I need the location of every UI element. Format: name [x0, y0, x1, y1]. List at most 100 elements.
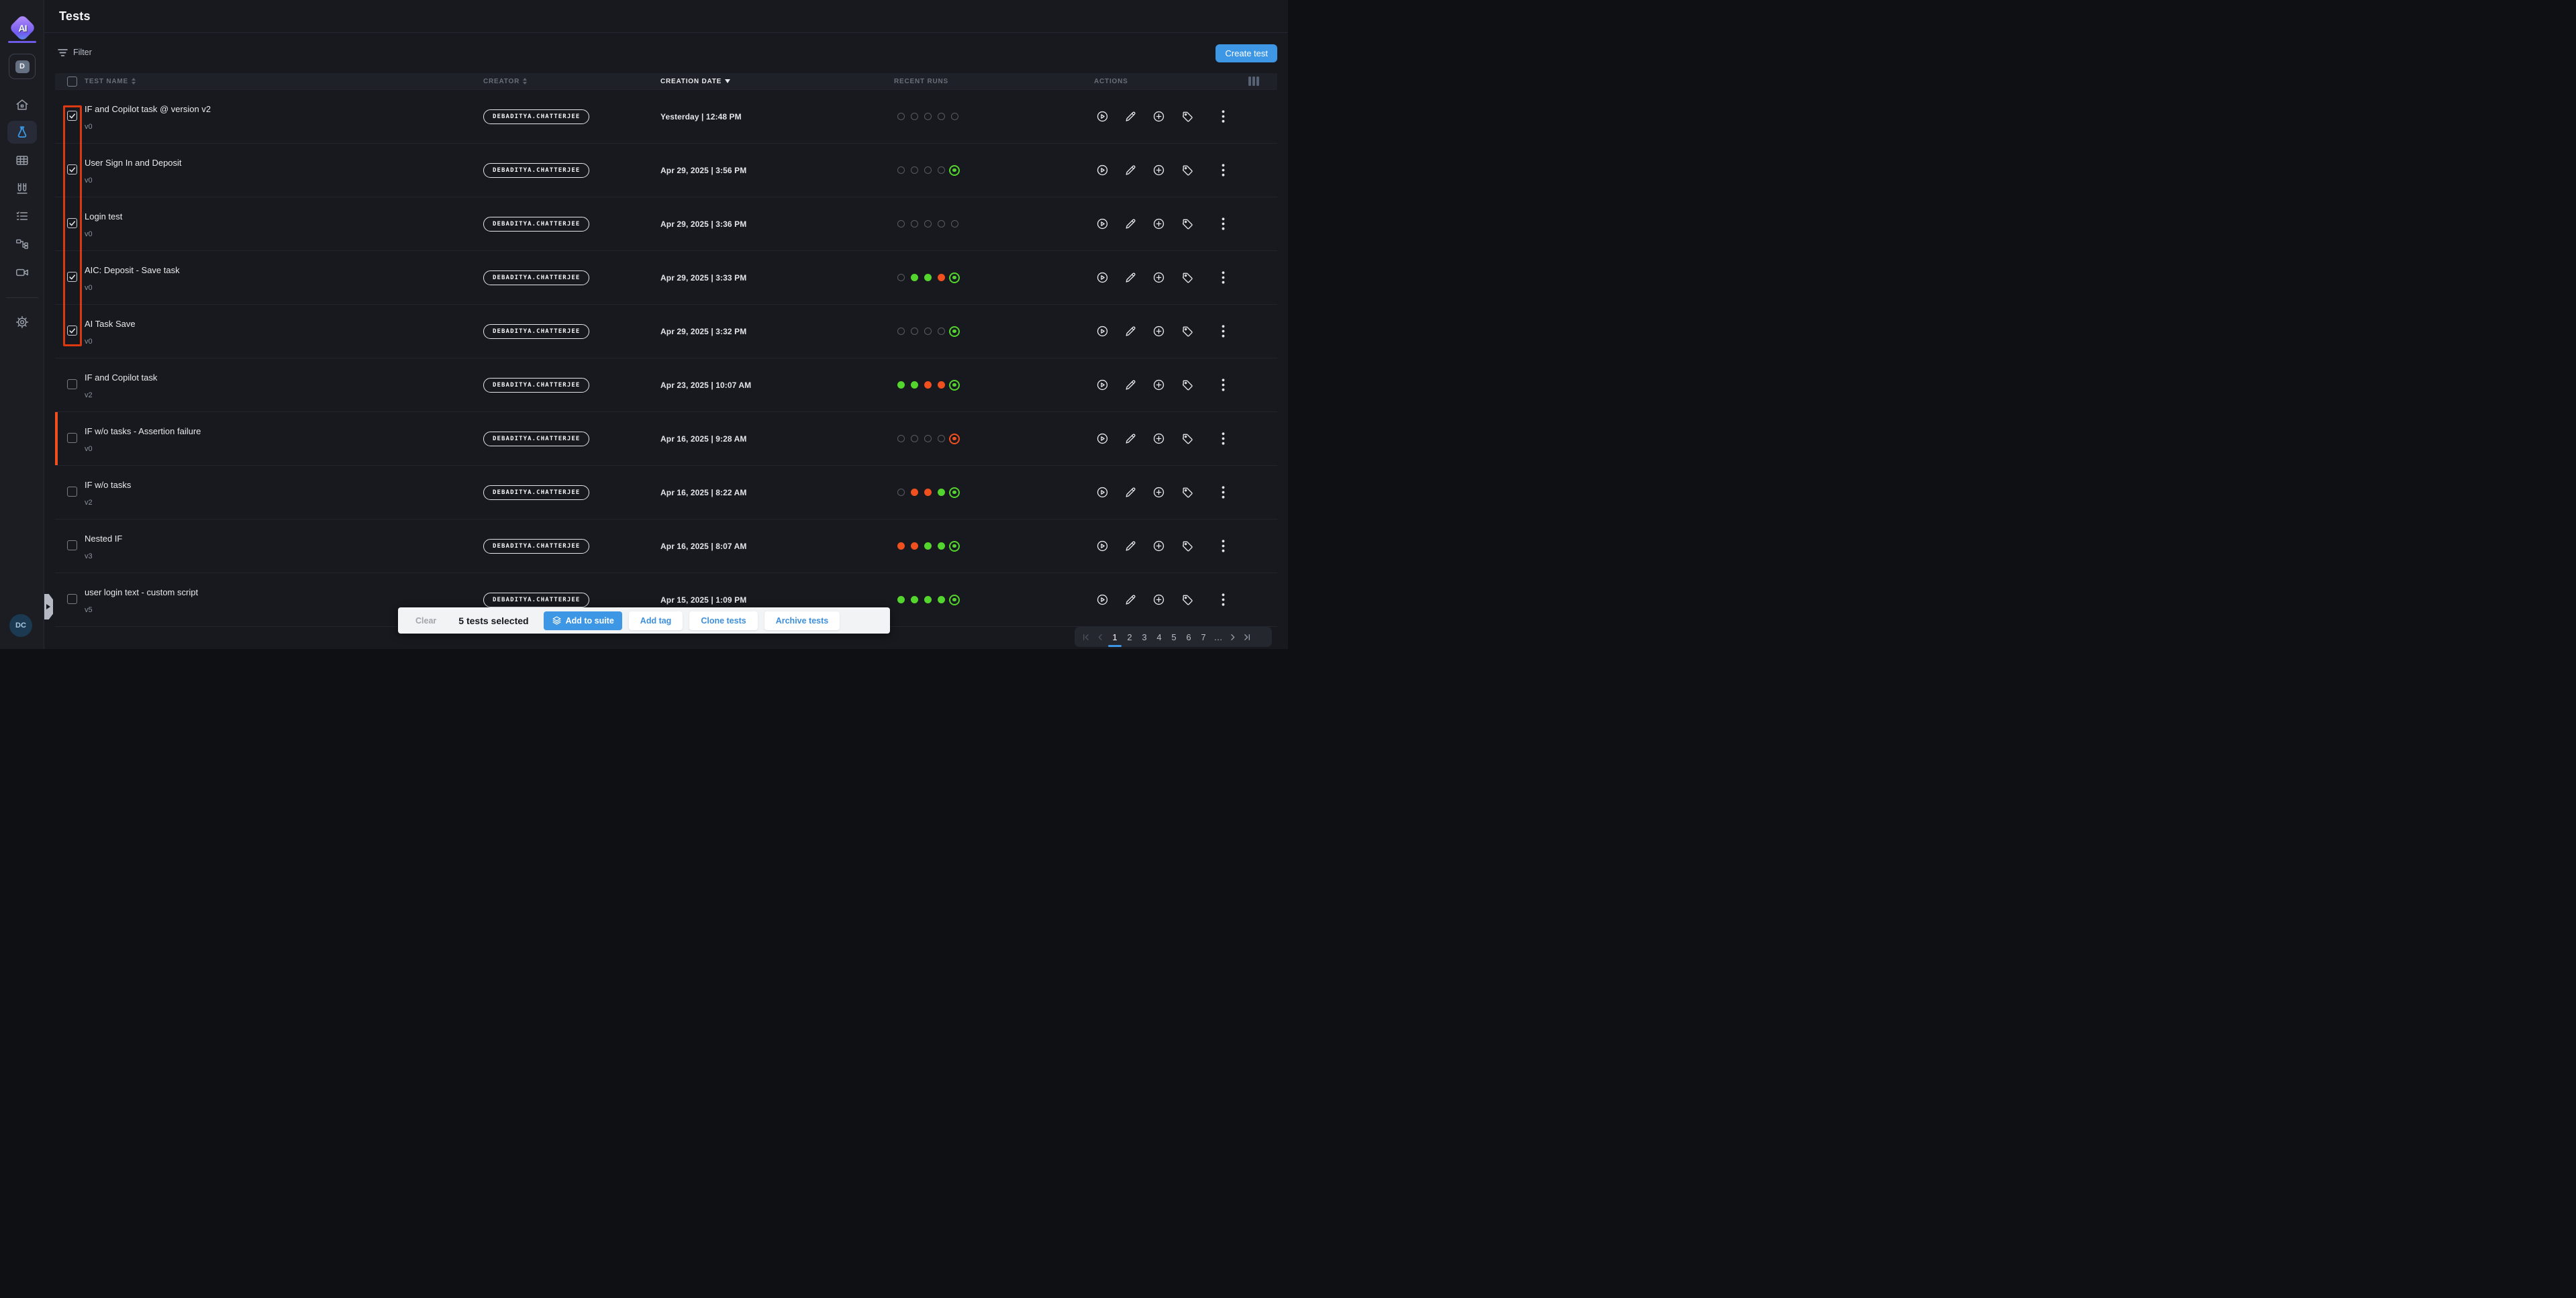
- run-test-button[interactable]: [1088, 586, 1116, 614]
- add-to-suite-icon-button[interactable]: [1144, 210, 1173, 238]
- video-camera-icon[interactable]: [15, 265, 30, 280]
- page-number-button[interactable]: 4: [1152, 627, 1167, 647]
- tag-test-button[interactable]: [1173, 371, 1201, 399]
- run-test-button[interactable]: [1088, 156, 1116, 185]
- edit-test-button[interactable]: [1116, 532, 1144, 560]
- tag-test-button[interactable]: [1173, 532, 1201, 560]
- next-page-button[interactable]: [1226, 627, 1240, 647]
- test-name[interactable]: IF and Copilot task @ version v2: [85, 104, 460, 114]
- more-actions-button[interactable]: [1209, 586, 1237, 614]
- clone-tests-button[interactable]: Clone tests: [689, 611, 757, 630]
- tag-test-button[interactable]: [1173, 210, 1201, 238]
- add-to-suite-icon-button[interactable]: [1144, 586, 1173, 614]
- tag-test-button[interactable]: [1173, 479, 1201, 507]
- table-grid-icon[interactable]: [15, 153, 30, 168]
- row-checkbox[interactable]: [67, 218, 77, 228]
- more-actions-button[interactable]: [1209, 264, 1237, 292]
- home-icon[interactable]: [15, 97, 30, 112]
- add-to-suite-icon-button[interactable]: [1144, 532, 1173, 560]
- previous-page-button[interactable]: [1093, 627, 1107, 647]
- run-test-button[interactable]: [1088, 425, 1116, 453]
- workflow-tree-icon[interactable]: [15, 237, 30, 252]
- edit-test-button[interactable]: [1116, 479, 1144, 507]
- clear-selection-button[interactable]: Clear: [415, 616, 436, 626]
- edit-test-button[interactable]: [1116, 210, 1144, 238]
- test-name[interactable]: IF w/o tasks - Assertion failure: [85, 426, 460, 436]
- page-number-button[interactable]: 5: [1167, 627, 1181, 647]
- edit-test-button[interactable]: [1116, 371, 1144, 399]
- archive-tests-button[interactable]: Archive tests: [764, 611, 840, 630]
- add-to-suite-icon-button[interactable]: [1144, 371, 1173, 399]
- tag-test-button[interactable]: [1173, 103, 1201, 131]
- row-checkbox[interactable]: [67, 433, 77, 443]
- select-all-checkbox[interactable]: [67, 77, 77, 87]
- test-name[interactable]: Nested IF: [85, 534, 460, 544]
- edit-test-button[interactable]: [1116, 264, 1144, 292]
- run-test-button[interactable]: [1088, 210, 1116, 238]
- row-checkbox[interactable]: [67, 111, 77, 121]
- add-to-suite-button[interactable]: Add to suite: [544, 611, 622, 630]
- column-settings-icon[interactable]: [1248, 77, 1259, 86]
- more-actions-button[interactable]: [1209, 425, 1237, 453]
- test-name[interactable]: user login text - custom script: [85, 587, 460, 597]
- tag-test-button[interactable]: [1173, 264, 1201, 292]
- add-tag-button[interactable]: Add tag: [629, 611, 683, 630]
- test-name[interactable]: Login test: [85, 211, 460, 221]
- add-to-suite-icon-button[interactable]: [1144, 425, 1173, 453]
- more-actions-button[interactable]: [1209, 103, 1237, 131]
- tag-test-button[interactable]: [1173, 156, 1201, 185]
- user-avatar[interactable]: DC: [9, 614, 32, 637]
- tag-test-button[interactable]: [1173, 317, 1201, 346]
- add-to-suite-icon-button[interactable]: [1144, 479, 1173, 507]
- first-page-button[interactable]: [1079, 627, 1093, 647]
- app-logo[interactable]: AI: [9, 14, 36, 41]
- run-test-button[interactable]: [1088, 317, 1116, 346]
- settings-gear-icon[interactable]: [15, 315, 30, 330]
- checklist-icon[interactable]: [15, 209, 30, 223]
- create-test-button[interactable]: Create test: [1216, 44, 1277, 62]
- add-to-suite-icon-button[interactable]: [1144, 317, 1173, 346]
- tag-test-button[interactable]: [1173, 586, 1201, 614]
- run-test-button[interactable]: [1088, 103, 1116, 131]
- run-test-button[interactable]: [1088, 532, 1116, 560]
- test-name[interactable]: IF w/o tasks: [85, 480, 460, 490]
- more-actions-button[interactable]: [1209, 156, 1237, 185]
- page-number-button[interactable]: 2: [1122, 627, 1137, 647]
- run-test-button[interactable]: [1088, 371, 1116, 399]
- more-actions-button[interactable]: [1209, 210, 1237, 238]
- edit-test-button[interactable]: [1116, 156, 1144, 185]
- row-checkbox[interactable]: [67, 164, 77, 174]
- row-checkbox[interactable]: [67, 272, 77, 282]
- test-tubes-icon[interactable]: [15, 181, 30, 196]
- row-checkbox[interactable]: [67, 379, 77, 389]
- edit-test-button[interactable]: [1116, 317, 1144, 346]
- filter-button[interactable]: Filter: [52, 42, 97, 63]
- row-checkbox[interactable]: [67, 487, 77, 497]
- add-to-suite-icon-button[interactable]: [1144, 103, 1173, 131]
- column-header-creation-date[interactable]: CREATION DATE: [660, 73, 730, 89]
- column-header-creator[interactable]: CREATOR: [483, 73, 527, 89]
- column-header-test-name[interactable]: TEST NAME: [85, 73, 136, 89]
- add-to-suite-icon-button[interactable]: [1144, 264, 1173, 292]
- test-name[interactable]: IF and Copilot task: [85, 372, 460, 383]
- edit-test-button[interactable]: [1116, 586, 1144, 614]
- tests-flask-icon[interactable]: [15, 125, 30, 140]
- workspace-switcher[interactable]: D: [9, 54, 36, 79]
- more-actions-button[interactable]: [1209, 371, 1237, 399]
- tag-test-button[interactable]: [1173, 425, 1201, 453]
- row-checkbox[interactable]: [67, 540, 77, 550]
- edit-test-button[interactable]: [1116, 103, 1144, 131]
- last-page-button[interactable]: [1240, 627, 1254, 647]
- add-to-suite-icon-button[interactable]: [1144, 156, 1173, 185]
- page-number-button[interactable]: 6: [1181, 627, 1196, 647]
- row-checkbox[interactable]: [67, 326, 77, 336]
- page-number-button[interactable]: 3: [1137, 627, 1152, 647]
- test-name[interactable]: User Sign In and Deposit: [85, 158, 460, 168]
- row-checkbox[interactable]: [67, 594, 77, 604]
- page-number-button[interactable]: 7: [1196, 627, 1211, 647]
- more-actions-button[interactable]: [1209, 479, 1237, 507]
- more-actions-button[interactable]: [1209, 532, 1237, 560]
- test-name[interactable]: AI Task Save: [85, 319, 460, 329]
- run-test-button[interactable]: [1088, 479, 1116, 507]
- page-number-button[interactable]: 1: [1107, 627, 1122, 647]
